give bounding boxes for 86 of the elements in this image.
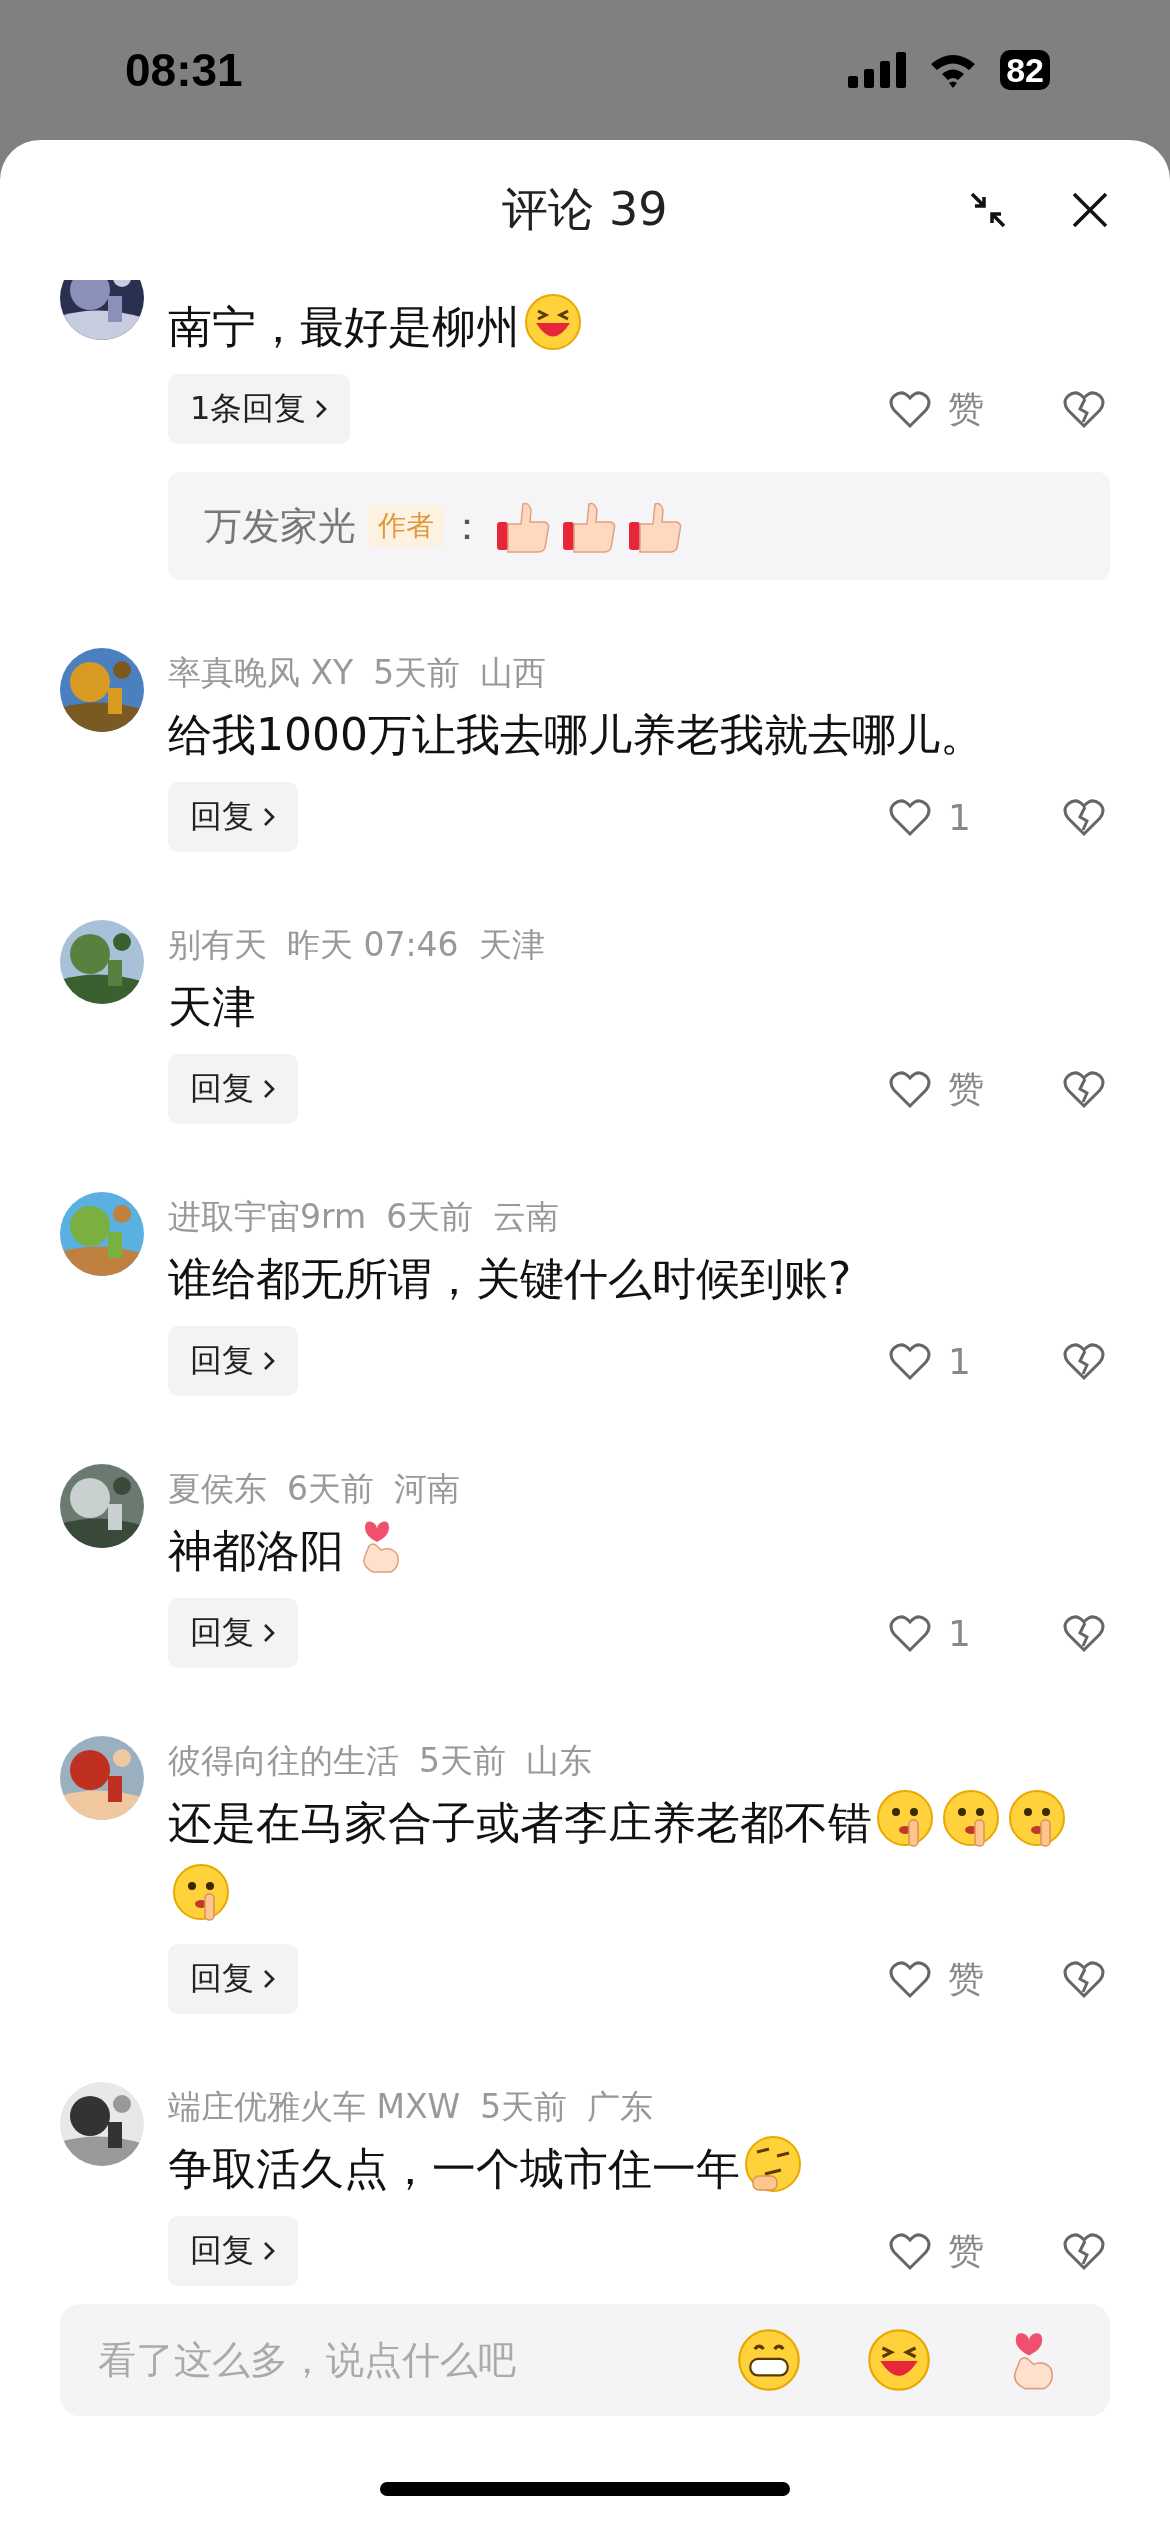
chevron-right-icon [262,1350,276,1372]
username[interactable]: 率真晚风 XY [168,650,354,696]
collapse-icon[interactable] [968,190,1008,230]
chevron-right-icon [262,1078,276,1100]
thinking-face-icon [743,2134,803,2194]
broken-heart-icon [1062,1613,1106,1653]
chevron-right-icon [314,398,329,420]
comment-time: 5天前 [480,2085,568,2128]
like-button[interactable]: 赞 [888,384,1004,434]
broken-heart-icon [1062,797,1106,837]
comment-text: 还是在马家合子或者李庄养老都不错 [168,1797,872,1848]
comment-input[interactable]: 看了这么多，说点什么吧 [96,2337,684,2383]
dislike-button[interactable] [1062,797,1106,837]
chevron-right-icon [262,1622,276,1644]
comment-location: 山西 [480,651,547,694]
battery-level: 82 [1006,50,1044,90]
reply-preview[interactable]: 万发家光 作者 ： [168,472,1110,580]
reply-button[interactable]: 回复 [168,1944,298,2014]
heart-icon [888,797,932,837]
comment-text: 谁给都无所谓，关键什么时候到账? [168,1253,852,1304]
chevron-right-icon [262,806,276,828]
reply-separator: ： [448,502,486,550]
shushing-face-icon [1007,1788,1067,1848]
username[interactable]: 彼得向往的生活 [168,1738,399,1784]
heart-icon [888,1341,932,1381]
comment-text: 争取活久点，一个城市住一年 [168,2143,740,2194]
comment-location: 河南 [394,1467,460,1510]
dislike-button[interactable] [1062,1613,1106,1653]
shushing-face-icon [941,1788,1001,1848]
shushing-face-icon [875,1788,935,1848]
reply-button[interactable]: 回复 [168,1598,298,1668]
like-button[interactable]: 赞 [888,1064,1004,1114]
comment-text: 南宁，最好是柳州 [168,301,520,352]
comment-time: 5天前 [419,1739,506,1782]
username[interactable]: 别有天 [168,922,267,968]
comment-text: 给我1000万让我去哪儿养老我就去哪儿。 [168,709,984,760]
comments-title: 评论 39 [502,181,668,238]
comment-location: 山东 [526,1739,592,1782]
dislike-button[interactable] [1062,1341,1106,1381]
heart-icon [888,1613,932,1653]
like-button[interactable]: 赞 [888,1954,1004,2004]
chevron-right-icon [262,1968,276,1990]
broken-heart-icon [1062,2231,1106,2271]
comment-time: 6天前 [287,1467,374,1510]
laughing-face-icon[interactable] [866,2327,932,2393]
comment-time: 昨天 07:46 [287,923,459,966]
username[interactable]: 夏侯东 [168,1466,267,1512]
reply-button[interactable]: 回复 [168,1054,298,1124]
comment-text: 天津 [168,981,256,1032]
heart-icon [888,2231,932,2271]
like-button[interactable]: 1 [888,1612,1004,1654]
broken-heart-icon [1062,1069,1106,1109]
heart-icon [888,1959,932,1999]
shushing-face-icon [171,1862,231,1922]
broken-heart-icon [1062,389,1106,429]
dislike-button[interactable] [1062,389,1106,429]
dislike-button[interactable] [1062,1069,1106,1109]
comment-location: 天津 [478,923,545,966]
status-time: 08:31 [125,43,243,97]
comment-text: 神都洛阳 [168,1525,344,1576]
username[interactable]: 端庄优雅火车 MXW [168,2084,461,2130]
like-button[interactable]: 1 [888,796,1004,838]
reply-button[interactable]: 回复 [168,782,298,852]
reply-button[interactable]: 回复 [168,1326,298,1396]
chevron-right-icon [262,2240,276,2262]
dislike-button[interactable] [1062,1959,1106,1999]
laughing-face-icon [523,292,583,352]
comment-time: 5天前 [373,651,461,694]
comment-location: 广东 [587,2085,654,2128]
reply-button[interactable]: 回复 [168,2216,298,2286]
dislike-button[interactable] [1062,2231,1106,2271]
comment-time: 6天前 [386,1195,474,1238]
broken-heart-icon [1062,1959,1106,1999]
signal-icon [848,52,907,88]
like-button[interactable]: 赞 [888,2226,1004,2276]
author-tag: 作者 [368,505,444,547]
username[interactable]: 进取宇宙9rm [168,1194,367,1240]
reply-button[interactable]: 1条回复 [168,374,351,444]
heart-icon [888,1069,932,1109]
grinning-face-icon[interactable] [736,2327,802,2393]
broken-heart-icon [1062,1341,1106,1381]
heart-icon [888,389,932,429]
close-icon[interactable] [1070,190,1110,230]
reply-author: 万发家光 [204,502,356,550]
comment-location: 云南 [493,1195,560,1238]
like-button[interactable]: 1 [888,1340,1004,1382]
